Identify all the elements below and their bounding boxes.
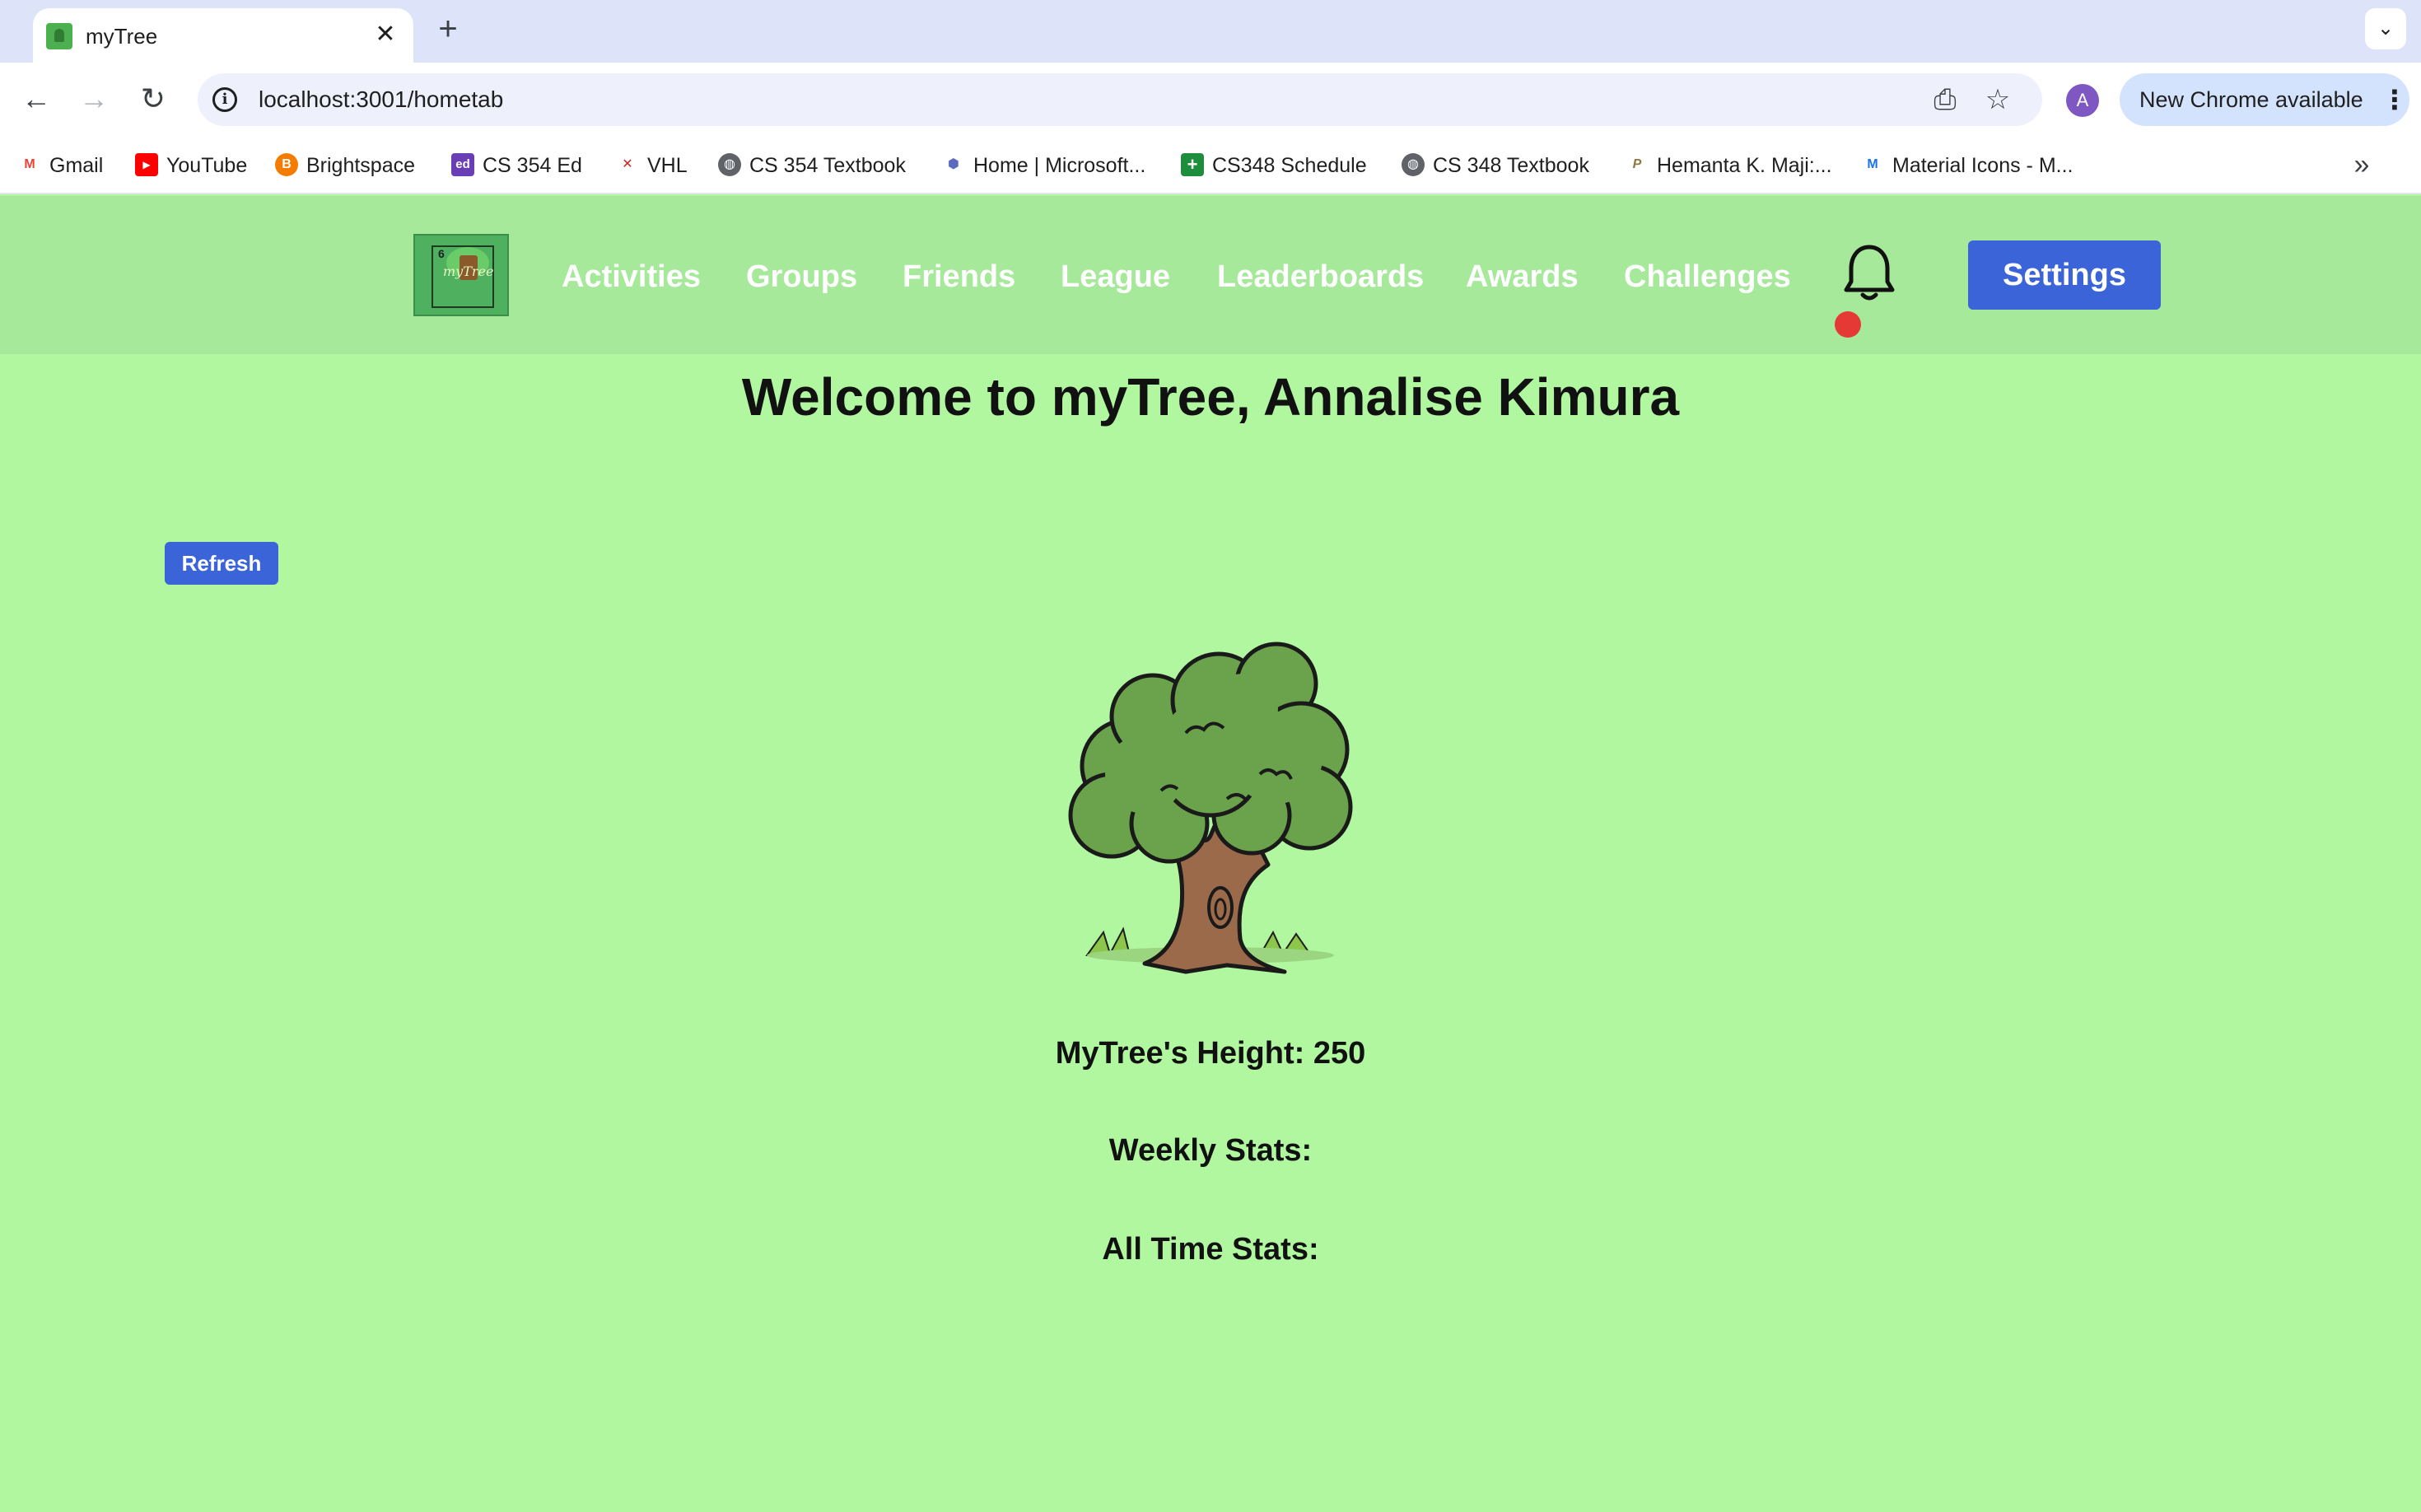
youtube-icon: ▶ <box>135 153 158 177</box>
purdue-icon: P <box>1626 153 1649 177</box>
bookmark-cs348-schedule[interactable]: + CS348 Schedule <box>1181 152 1367 180</box>
globe-icon: ◍ <box>1402 153 1425 177</box>
new-tab-icon[interactable]: + <box>431 12 464 46</box>
mytree-favicon-icon <box>46 23 72 49</box>
chrome-menu-icon[interactable]: ⋮ <box>2381 85 2408 114</box>
nav-challenges[interactable]: Challenges <box>1624 259 1791 295</box>
bookmark-label: CS 354 Textbook <box>749 154 906 177</box>
bookmark-label: Gmail <box>49 154 104 177</box>
site-info-icon[interactable]: i <box>212 87 237 112</box>
bookmark-star-icon[interactable]: ☆ <box>1981 83 2014 116</box>
chrome-update-label: New Chrome available <box>2139 87 2363 112</box>
reload-icon[interactable]: ↻ <box>132 77 175 120</box>
bookmark-vhl[interactable]: ✕ VHL <box>616 152 688 180</box>
bookmark-label: YouTube <box>166 154 248 177</box>
page-title: Welcome to myTree, Annalise Kimura <box>741 367 1680 427</box>
app-header: 6 myTree Activities Groups Friends Leagu… <box>0 196 2421 354</box>
bookmark-label: CS348 Schedule <box>1212 154 1367 177</box>
logo-badge: 6 <box>438 247 445 260</box>
bookmark-cs354-ed[interactable]: ed CS 354 Ed <box>451 152 582 180</box>
logo-text: myTree <box>443 264 494 279</box>
install-app-icon[interactable]: ⎙ <box>1929 83 1962 116</box>
bookmark-label: CS 354 Ed <box>483 154 582 177</box>
nav-awards[interactable]: Awards <box>1466 259 1579 295</box>
tree-height: MyTree's Height: 250 <box>1055 1036 1366 1071</box>
more-bookmarks-icon[interactable]: » <box>2345 148 2378 181</box>
all-time-stats-heading: All Time Stats: <box>1102 1232 1319 1267</box>
bookmark-label: VHL <box>647 154 688 177</box>
tree-illustration <box>1068 642 1353 974</box>
bookmark-cs354-textbook[interactable]: ◍ CS 354 Textbook <box>718 152 906 180</box>
globe-icon: ◍ <box>718 153 741 177</box>
address-bar[interactable]: i localhost:3001/hometab ⎙ ☆ <box>198 73 2042 126</box>
bookmark-youtube[interactable]: ▶ YouTube <box>135 152 247 180</box>
bookmark-material-icons[interactable]: M Material Icons - M... <box>1861 152 2073 180</box>
back-icon[interactable]: ← <box>15 77 58 120</box>
nav-leaderboards[interactable]: Leaderboards <box>1217 259 1424 295</box>
ed-icon: ed <box>451 153 474 177</box>
refresh-button[interactable]: Refresh <box>165 542 278 585</box>
bookmark-hemanta-maji[interactable]: P Hemanta K. Maji:... <box>1626 152 1832 180</box>
close-tab-icon[interactable]: ✕ <box>371 20 400 49</box>
nav-league[interactable]: League <box>1061 259 1170 295</box>
weekly-stats-heading: Weekly Stats: <box>1108 1133 1313 1168</box>
bookmark-cs348-textbook[interactable]: ◍ CS 348 Textbook <box>1402 152 1589 180</box>
brightspace-icon: B <box>275 153 298 177</box>
notification-dot <box>1835 311 1861 338</box>
bookmark-label: Material Icons - M... <box>1892 154 2073 177</box>
forward-icon[interactable]: → <box>72 77 115 120</box>
bookmark-microsoft[interactable]: ⬢ Home | Microsoft... <box>942 152 1145 180</box>
bookmark-gmail[interactable]: M Gmail <box>18 152 103 180</box>
tab-title: myTree <box>86 24 158 49</box>
bookmarks-bar: M Gmail ▶ YouTube B Brightspace ed CS 354 Ed… <box>0 137 2421 194</box>
nav-groups[interactable]: Groups <box>746 259 857 295</box>
mytree-logo[interactable]: 6 myTree <box>413 234 509 316</box>
url-text[interactable]: localhost:3001/hometab <box>259 85 503 114</box>
bookmark-label: Hemanta K. Maji:... <box>1657 154 1832 177</box>
chrome-update-button[interactable]: New Chrome available ⋮ <box>2120 73 2409 126</box>
nav-activities[interactable]: Activities <box>562 259 701 295</box>
browser-tab[interactable]: myTree ✕ <box>33 8 413 63</box>
profile-avatar[interactable]: A <box>2066 84 2099 117</box>
gmail-icon: M <box>18 153 41 177</box>
bookmark-label: Home | Microsoft... <box>973 154 1146 177</box>
browser-toolbar: ← → ↻ i localhost:3001/hometab ⎙ ☆ A New… <box>0 63 2421 137</box>
bookmark-label: CS 348 Textbook <box>1433 154 1589 177</box>
browser-tab-strip: myTree ✕ + ⌄ <box>0 0 2421 63</box>
sheets-icon: + <box>1181 153 1204 177</box>
bell-icon[interactable] <box>1841 242 1897 305</box>
nav-friends[interactable]: Friends <box>903 259 1015 295</box>
material-icon: M <box>1861 153 1884 177</box>
bookmark-brightspace[interactable]: B Brightspace <box>275 152 415 180</box>
tab-search-icon[interactable]: ⌄ <box>2365 8 2406 49</box>
bookmark-label: Brightspace <box>306 154 416 177</box>
microsoft-icon: ⬢ <box>942 153 965 177</box>
vhl-icon: ✕ <box>616 153 639 177</box>
settings-button[interactable]: Settings <box>1968 240 2161 310</box>
